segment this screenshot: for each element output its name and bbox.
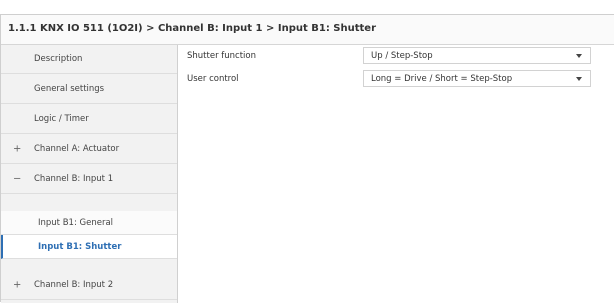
- sidebar-item-label: Channel B: Input 1: [34, 174, 114, 184]
- plus-icon[interactable]: +: [13, 280, 21, 291]
- shutter-function-select[interactable]: Up / Step-Stop: [363, 47, 591, 64]
- sidebar-item-input-b1-general[interactable]: Input B1: General: [1, 211, 177, 235]
- sidebar-item-channel-b-input-2[interactable]: + Channel B: Input 2: [1, 271, 177, 300]
- minus-icon[interactable]: −: [13, 174, 21, 185]
- sidebar: Description General settings Logic / Tim…: [1, 45, 178, 303]
- sidebar-item-channel-a-actuator[interactable]: + Channel A: Actuator: [1, 135, 177, 164]
- sidebar-item-label: Description: [34, 54, 83, 64]
- sidebar-item-channel-b-input-1[interactable]: − Channel B: Input 1: [1, 165, 177, 194]
- sidebar-item-description[interactable]: Description: [1, 45, 177, 74]
- plus-icon[interactable]: +: [13, 144, 21, 155]
- sidebar-item-label: Channel A: Actuator: [34, 144, 120, 154]
- param-label-user-control: User control: [187, 74, 239, 84]
- sidebar-item-label: General settings: [34, 84, 105, 94]
- sidebar-item-label: Logic / Timer: [34, 114, 89, 124]
- parameter-window: 1.1.1 KNX IO 511 (1O2I) > Channel B: Inp…: [0, 14, 614, 303]
- select-value: Long = Drive / Short = Step-Stop: [371, 73, 513, 84]
- sidebar-item-label: Input B1: Shutter: [38, 241, 122, 252]
- sidebar-item-general-settings[interactable]: General settings: [1, 75, 177, 104]
- caret-down-icon: [576, 54, 582, 58]
- sidebar-item-label: Channel B: Input 2: [34, 280, 114, 290]
- breadcrumb: 1.1.1 KNX IO 511 (1O2I) > Channel B: Inp…: [8, 23, 377, 34]
- sidebar-item-label: Input B1: General: [38, 217, 114, 228]
- caret-down-icon: [576, 77, 582, 81]
- param-label-shutter-function: Shutter function: [187, 51, 256, 61]
- select-value: Up / Step-Stop: [371, 50, 433, 61]
- sidebar-item-logic-timer[interactable]: Logic / Timer: [1, 105, 177, 134]
- parameter-panel: Shutter function Up / Step-Stop User con…: [179, 45, 614, 303]
- sidebar-item-input-b1-shutter[interactable]: Input B1: Shutter: [1, 235, 177, 259]
- title-bar: 1.1.1 KNX IO 511 (1O2I) > Channel B: Inp…: [1, 15, 614, 45]
- user-control-select[interactable]: Long = Drive / Short = Step-Stop: [363, 70, 591, 87]
